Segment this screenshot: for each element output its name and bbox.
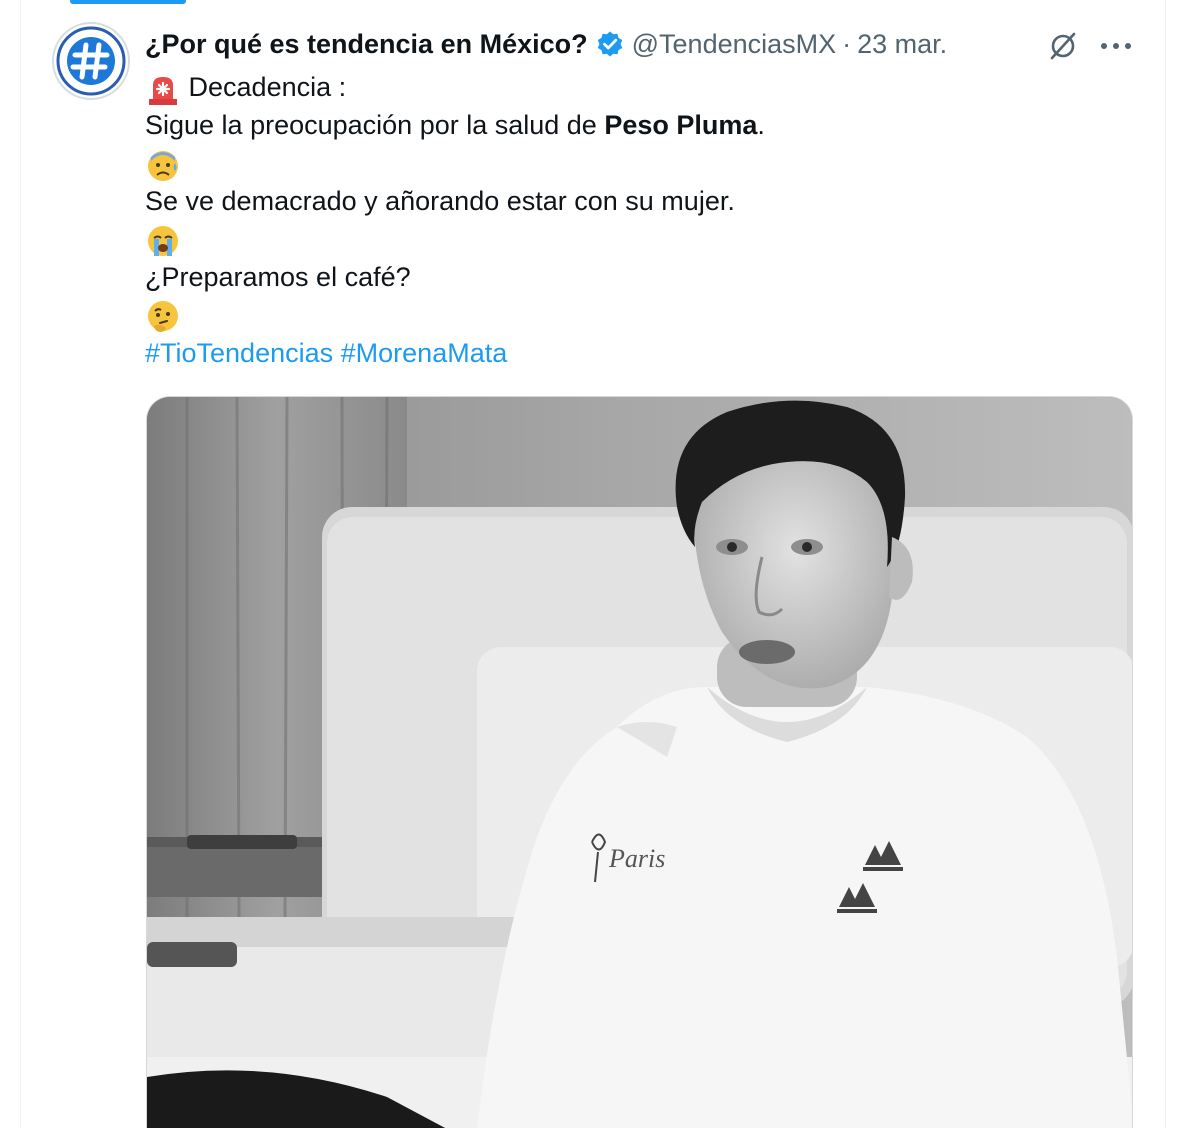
hashtag-link-1[interactable]: #TioTendencias xyxy=(145,338,333,368)
verified-badge-icon xyxy=(596,30,624,58)
tweet-line-1-text: Decadencia : xyxy=(188,72,347,102)
tweet-line-7 xyxy=(145,296,1135,334)
grok-button[interactable] xyxy=(1043,26,1083,66)
tweet-line-2-bold: Peso Pluma xyxy=(604,110,758,140)
tweet-line-3 xyxy=(145,144,1135,182)
more-options-button[interactable] xyxy=(1096,26,1136,66)
shirt-print-text: Paris xyxy=(608,844,665,873)
hashtag-link-2[interactable]: #MorenaMata xyxy=(341,338,508,368)
tweet-hashtags: #TioTendencias #MorenaMata xyxy=(145,334,1135,372)
tweet-text: Decadencia : Sigue la preocupación por l… xyxy=(145,68,1135,372)
tweet-line-2-suffix: . xyxy=(757,110,765,140)
more-dots-icon xyxy=(1101,43,1131,49)
avatar[interactable] xyxy=(52,22,130,100)
tweet-line-2-prefix: Sigue la preocupación por la salud de xyxy=(145,110,605,140)
tweet-line-5 xyxy=(145,220,1135,258)
grok-icon xyxy=(1050,32,1076,60)
police-light-emoji-icon xyxy=(145,71,181,107)
tweet-line-1: Decadencia : xyxy=(145,68,1135,106)
tweet-date[interactable]: 23 mar. xyxy=(857,29,947,60)
tweet-line-4: Se ve demacrado y añorando estar con su … xyxy=(145,186,735,216)
tweet-line-2: Sigue la preocupación por la salud de Pe… xyxy=(145,106,1135,144)
anxious-sweat-emoji-icon xyxy=(145,147,181,183)
thinking-emoji-icon xyxy=(145,299,181,335)
author-handle[interactable]: @TendenciasMX xyxy=(632,29,837,60)
loudly-crying-emoji-icon xyxy=(145,223,181,259)
video-frame-image: Paris xyxy=(147,397,1132,1128)
tweet-line-6: ¿Preparamos el café? xyxy=(145,262,411,292)
tweet-video[interactable]: Paris xyxy=(146,396,1133,1128)
tweet-header: ¿Por qué es tendencia en México? @Tenden… xyxy=(145,26,947,62)
header-separator: · xyxy=(842,28,852,59)
author-display-name[interactable]: ¿Por qué es tendencia en México? xyxy=(145,29,588,60)
hashtag-logo-icon xyxy=(56,26,126,96)
tab-indicator xyxy=(70,0,186,4)
